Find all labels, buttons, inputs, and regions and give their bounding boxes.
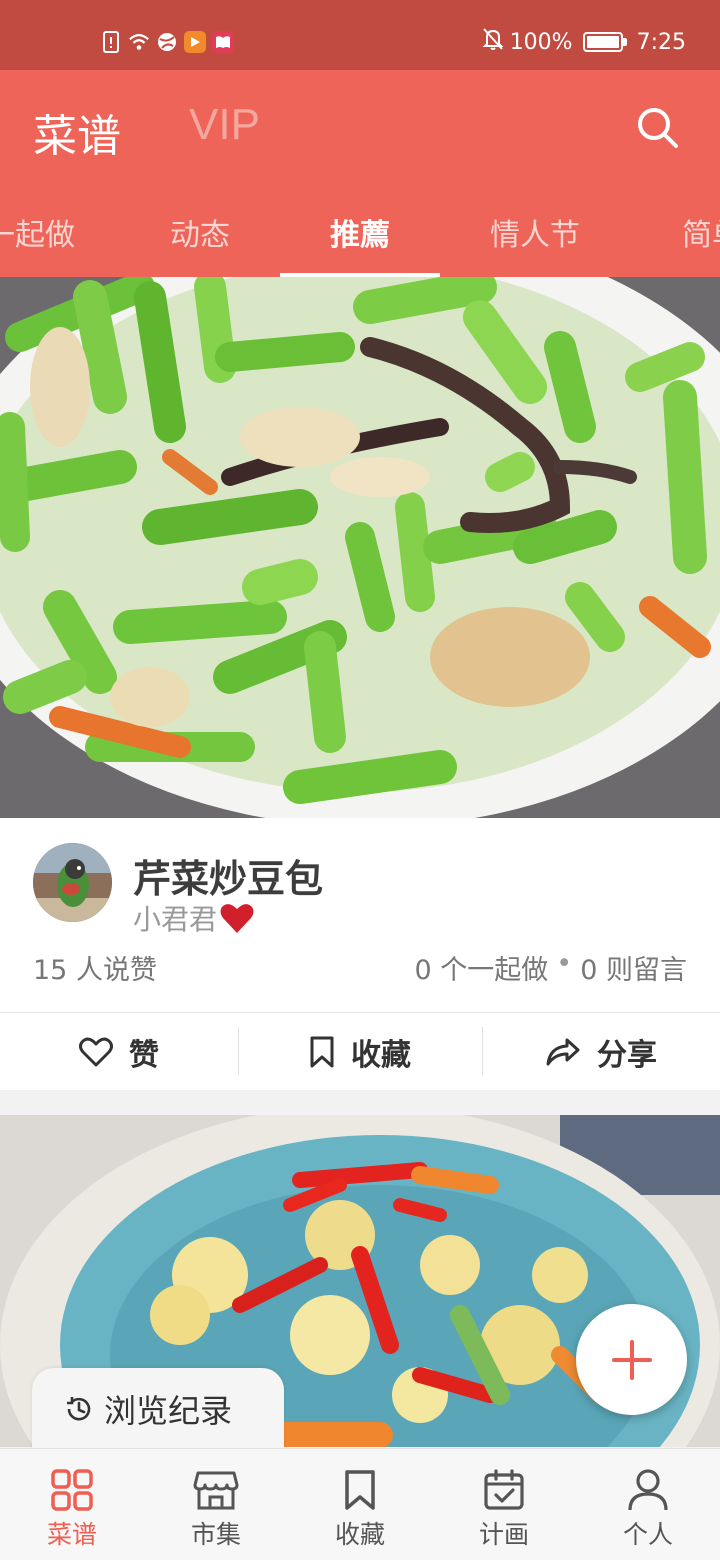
search-icon: [638, 108, 678, 148]
add-recipe-button[interactable]: [576, 1304, 687, 1415]
mute-bell-icon: [482, 27, 504, 57]
reader-app-icon: [212, 31, 234, 53]
notification-icons: [100, 28, 234, 56]
nav-label: 收藏: [334, 1520, 385, 1549]
grid-icon: [49, 1467, 95, 1513]
favorite-label: 收藏: [351, 1038, 411, 1073]
nav-label: 菜谱: [46, 1520, 97, 1549]
page-title[interactable]: 菜谱: [33, 100, 121, 164]
heart-icon: [220, 904, 254, 933]
plus-icon: [611, 1339, 652, 1380]
recipe-feed[interactable]: 芹菜炒豆包 小君君 15 人说赞 0 个一起做 • 0 则留言 赞 收藏 分享: [0, 277, 720, 1447]
author-name: 小君君: [133, 903, 218, 936]
nav-favorites[interactable]: 收藏: [288, 1449, 432, 1560]
battery-icon: [582, 32, 627, 52]
avatar[interactable]: [33, 843, 112, 922]
tab-cook-together[interactable]: 一起做: [0, 210, 75, 253]
system-indicators: 100% 7:25: [482, 26, 686, 58]
comments-count: 0 则留言: [580, 955, 687, 986]
status-bar: 100% 7:25: [0, 0, 720, 70]
battery-fill: [586, 36, 619, 48]
likes-count: 15 人说赞: [33, 955, 157, 986]
wifi-icon: [128, 31, 150, 53]
history-label: 浏览纪录: [104, 1392, 233, 1430]
video-app-icon: [184, 31, 206, 53]
share-icon: [546, 1038, 580, 1066]
browser-icon: [156, 31, 178, 53]
recipe-actions: 赞 收藏 分享: [0, 1012, 720, 1090]
nav-label: 计画: [478, 1520, 529, 1549]
category-tabs: 一起做 动态 推薦 情人节 简单: [0, 210, 720, 277]
like-button[interactable]: 赞: [0, 1013, 238, 1091]
nav-plan[interactable]: 计画: [432, 1449, 576, 1560]
app-header: 菜谱 VIP 一起做 动态 推薦 情人节 简单: [0, 70, 720, 277]
person-icon: [625, 1467, 671, 1513]
bookmark-icon: [337, 1467, 383, 1513]
nav-market[interactable]: 市集: [144, 1449, 288, 1560]
recipe-photo[interactable]: [0, 277, 720, 818]
nav-profile[interactable]: 个人: [576, 1449, 720, 1560]
nav-label: 市集: [190, 1520, 241, 1549]
tab-simple[interactable]: 简单: [682, 210, 720, 253]
favorite-button[interactable]: 收藏: [238, 1013, 482, 1091]
separator: •: [556, 948, 573, 979]
search-button[interactable]: [628, 98, 688, 158]
calendar-check-icon: [481, 1467, 527, 1513]
tab-valentines[interactable]: 情人节: [490, 210, 580, 253]
heart-outline-icon: [79, 1037, 113, 1067]
nav-recipes[interactable]: 菜谱: [0, 1449, 144, 1560]
like-label: 赞: [129, 1038, 159, 1073]
clock: 7:25: [636, 29, 686, 55]
share-button[interactable]: 分享: [482, 1013, 720, 1091]
vip-tab[interactable]: VIP: [189, 100, 260, 150]
cooked-count: 0 个一起做: [414, 955, 549, 986]
sim-alert-icon: [100, 31, 122, 53]
recipe-stats: 0 个一起做 • 0 则留言: [415, 948, 687, 987]
store-icon: [193, 1467, 239, 1513]
author[interactable]: 小君君: [133, 898, 255, 938]
tab-feed[interactable]: 动态: [170, 210, 230, 253]
tab-recommended[interactable]: 推薦: [330, 210, 390, 253]
bookmark-icon: [310, 1036, 334, 1068]
bottom-nav: 菜谱 市集 收藏 计画 个人: [0, 1448, 720, 1560]
nav-label: 个人: [622, 1520, 673, 1549]
battery-percent: 100%: [509, 29, 573, 55]
history-clock-icon: [67, 1397, 91, 1421]
recipe-card[interactable]: 芹菜炒豆包 小君君 15 人说赞 0 个一起做 • 0 则留言 赞 收藏 分享: [0, 277, 720, 1090]
history-button[interactable]: 浏览纪录: [32, 1368, 284, 1450]
recipe-title[interactable]: 芹菜炒豆包: [133, 848, 323, 903]
share-label: 分享: [597, 1038, 657, 1073]
